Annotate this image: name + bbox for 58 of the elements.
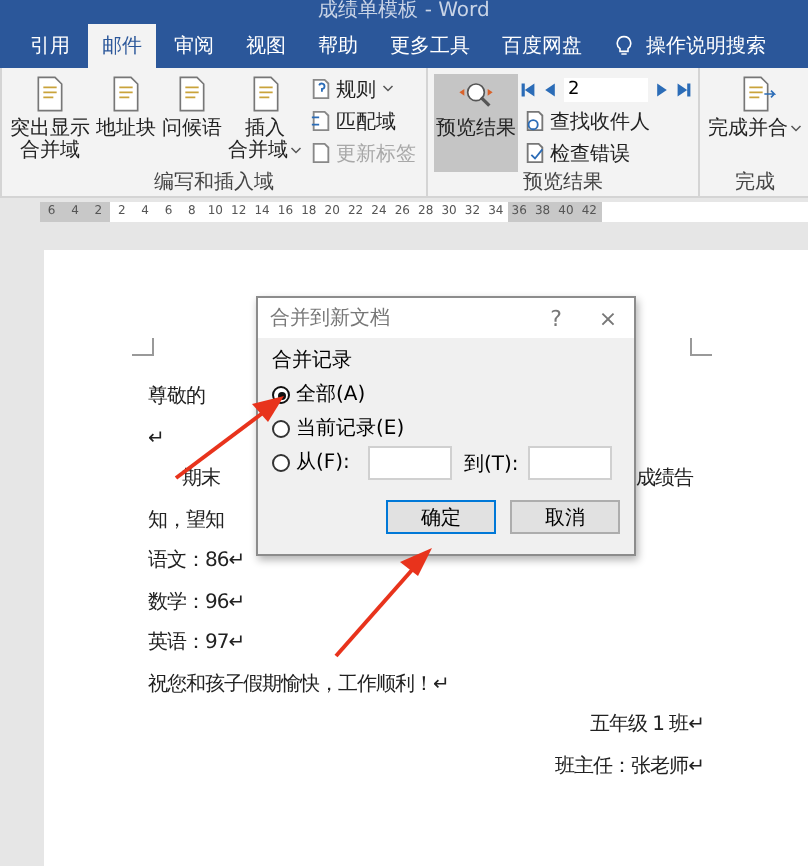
ribbon-tab[interactable]: 审阅 bbox=[160, 24, 228, 68]
ribbon-button[interactable]: 突出显示 合并域 bbox=[8, 74, 92, 172]
dialog-button[interactable]: 确定 bbox=[386, 500, 496, 534]
preview-results-button[interactable]: 预览结果 bbox=[434, 74, 518, 172]
group-label: 完成 bbox=[733, 172, 777, 196]
previous-record-icon[interactable] bbox=[542, 81, 558, 97]
ribbon-small-button[interactable]: 检查错误 bbox=[520, 138, 692, 168]
ribbon-tab[interactable]: 邮件 bbox=[88, 24, 156, 68]
next-record-icon[interactable] bbox=[654, 81, 670, 97]
document-text: 祝您和孩子假期愉快，工作顺利！↵ bbox=[148, 673, 449, 695]
document-text: 成绩告 bbox=[636, 468, 693, 490]
group-label: 编写和插入域 bbox=[152, 172, 276, 196]
document-text: 班主任：张老师↵ bbox=[555, 755, 704, 777]
document-text: 知，望知 bbox=[148, 509, 224, 531]
document-icon bbox=[524, 142, 546, 164]
ribbon-small-button[interactable]: 匹配域 bbox=[306, 106, 420, 136]
ribbon-tab[interactable]: 视图 bbox=[232, 24, 300, 68]
ribbon-button[interactable]: 完成并合 bbox=[706, 74, 804, 172]
document-icon bbox=[310, 78, 332, 100]
caret-icon bbox=[290, 146, 302, 156]
ribbon-tab[interactable]: 更多工具 bbox=[376, 24, 484, 68]
group-label: 合并记录 bbox=[272, 347, 354, 374]
lightbulb-icon[interactable] bbox=[616, 34, 632, 58]
ribbon-button[interactable]: 插入 合并域 bbox=[226, 74, 304, 172]
document-text: 数学：96↵ bbox=[148, 591, 245, 613]
ribbon-small-button[interactable]: 查找收件人 bbox=[520, 106, 692, 136]
close-button[interactable]: × bbox=[582, 303, 634, 333]
input-field[interactable] bbox=[368, 446, 452, 480]
document-text: ↵ bbox=[148, 427, 164, 449]
radio-button[interactable]: 当前记录(E) bbox=[272, 416, 405, 442]
first-record-icon[interactable] bbox=[520, 81, 536, 97]
group-label: 预览结果 bbox=[521, 172, 605, 196]
ribbon-tab[interactable]: 帮助 bbox=[304, 24, 372, 68]
last-record-icon[interactable] bbox=[676, 81, 692, 97]
ribbon-tab[interactable]: 百度网盘 bbox=[488, 24, 596, 68]
window-title: 成绩单模板 - Word bbox=[318, 0, 490, 24]
document-text: 英语：97↵ bbox=[148, 632, 245, 654]
ribbon-button[interactable]: 地址块 bbox=[94, 74, 158, 172]
input-field[interactable] bbox=[528, 446, 613, 480]
pointer-arrow bbox=[332, 542, 436, 660]
document-icon bbox=[310, 142, 332, 164]
ribbon-small-button[interactable]: 规则 bbox=[306, 74, 420, 104]
document-text: 尊敬的 bbox=[148, 386, 205, 408]
ribbon-tab[interactable]: 引用 bbox=[16, 24, 84, 68]
record-field[interactable]: 2 bbox=[564, 77, 648, 101]
field-label: 到(T): bbox=[464, 451, 519, 477]
magnifier-icon bbox=[524, 110, 546, 132]
dialog-title: 合并到新文档 bbox=[270, 305, 392, 332]
radio-button[interactable]: 从(F): bbox=[272, 450, 364, 476]
help-button[interactable]: ? bbox=[530, 303, 582, 333]
document-icon bbox=[310, 110, 332, 132]
search-field[interactable]: 操作说明搜索 bbox=[646, 32, 766, 60]
ribbon-button[interactable]: 问候语 bbox=[160, 74, 224, 172]
dialog-button[interactable]: 取消 bbox=[510, 500, 620, 534]
document-text: 五年级 1 班↵ bbox=[589, 714, 704, 736]
caret-icon bbox=[382, 84, 394, 94]
caret-icon bbox=[790, 124, 802, 134]
document-text: 语文：86↵ bbox=[148, 550, 245, 572]
